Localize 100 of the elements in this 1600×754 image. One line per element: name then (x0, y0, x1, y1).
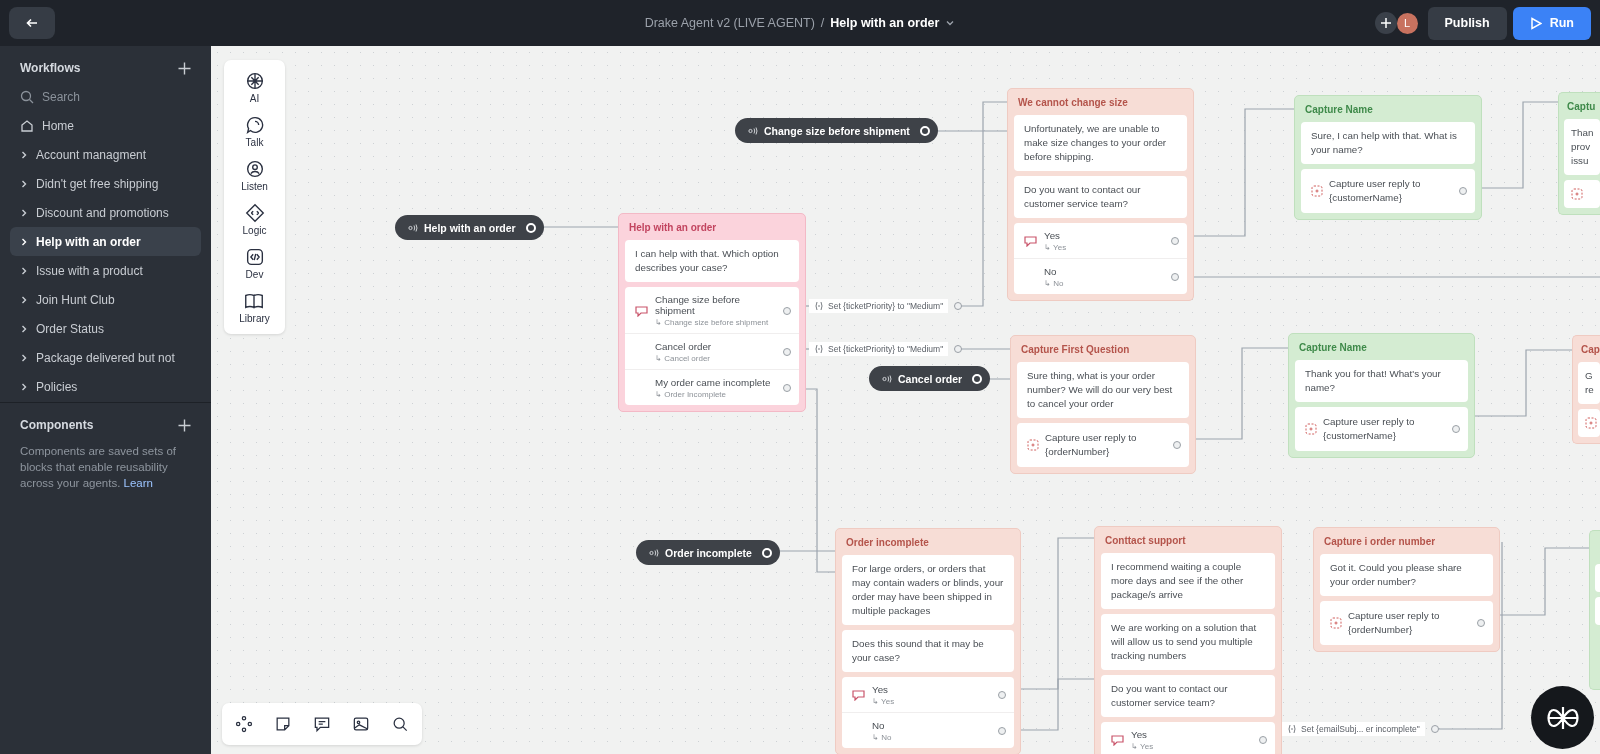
back-button[interactable] (9, 7, 55, 39)
add-collaborator-button[interactable] (1374, 12, 1397, 34)
workflow-name[interactable]: Help with an order (830, 16, 940, 30)
home-link[interactable]: Home (42, 118, 74, 133)
flow-block[interactable]: Capture i order number Got it. Could you please share your order number? Capture user reply to {orderNumber} (1313, 527, 1500, 652)
port-handle[interactable] (1173, 441, 1181, 449)
section-title: Workflows (20, 61, 81, 75)
block-title: Conttact support (1104, 534, 1187, 548)
action-chip[interactable]: Set {ticketPriority} to "Medium" (809, 299, 949, 313)
components-description: Components are saved sets of blocks that enable reusability across your agents. Learn (19, 444, 177, 491)
back-arrow-icon (26, 18, 38, 28)
flow-block[interactable]: We cannot change size Unfortunately, we are unable to make size changes to your order before shipping. Do you want to contact our customer service team? Yes ↳ Yes No ↳ No (1007, 88, 1194, 301)
chevron-down-icon[interactable] (945, 19, 956, 27)
port-handle[interactable] (1171, 237, 1179, 245)
workflow-label: Account managment (36, 147, 147, 162)
workflow-item[interactable]: Join Hunt Club (10, 285, 201, 314)
message-bubble: I can help with that. Which option describes your case? (625, 240, 799, 282)
port-handle[interactable] (1430, 725, 1439, 733)
start-node[interactable]: Order incomplete (636, 540, 780, 565)
play-icon (1529, 16, 1542, 30)
workflow-label: Didn't get free shipping (36, 176, 159, 191)
publish-button[interactable]: Publish (1427, 6, 1507, 40)
add-icon[interactable] (178, 418, 191, 432)
option-label[interactable]: Cancel order (655, 341, 777, 352)
workflow-item[interactable]: Help with an order (10, 227, 201, 256)
option-label[interactable]: No (1044, 266, 1165, 277)
workflow-label: Discount and promotions (36, 205, 169, 220)
port-handle[interactable] (1452, 425, 1460, 433)
message-bubble: Does this sound that it may be your case? (842, 630, 1014, 672)
option-label[interactable]: Yes (872, 684, 992, 695)
learn-link[interactable]: Learn (123, 477, 153, 489)
workflow-item[interactable]: Issue with a product (10, 256, 201, 285)
option-route: ↳ Change size before shipment (655, 318, 770, 327)
port-handle[interactable] (954, 345, 963, 353)
workflow-item[interactable]: Package delivered but not (10, 343, 201, 372)
run-button[interactable]: Run (1512, 6, 1591, 40)
flow-block[interactable]: Capture First Question Sure thing, what is your order number? We will do our very best to cancel your order Capture user reply to {orderNumber} (1010, 335, 1196, 474)
toolbox-item[interactable]: Listen (241, 158, 268, 192)
capture-text: Capture user reply to {customerName} (1329, 177, 1422, 205)
person-circle-icon (246, 161, 263, 177)
plus-icon (1379, 17, 1392, 29)
toolbox-item[interactable]: Library (239, 290, 270, 324)
start-node[interactable]: Help with an order (395, 215, 544, 240)
workflow-item[interactable]: Account managment (10, 140, 201, 169)
image-icon[interactable] (353, 717, 369, 731)
port-handle[interactable] (998, 691, 1006, 699)
block-title: Help with an order (628, 221, 718, 235)
flow-block[interactable]: Capture Name Sure, I can help with that. What is your name? Capture user reply to {customerName} (1294, 95, 1482, 220)
option-label[interactable]: No (872, 720, 992, 731)
action-chip[interactable]: Set {ticketPriority} to "Medium" (809, 342, 949, 356)
nodes-icon[interactable] (235, 715, 253, 733)
message-bubble: For large orders, or orders that may contain waders or blinds, your order may have been shipped in multiple packages (842, 555, 1014, 625)
port-handle[interactable] (1171, 273, 1179, 281)
flow-block[interactable]: Order incomplete For large orders, or orders that may contain waders or blinds, your order may have been shipped in multiple packages Does this sound that it may be your case? Yes ↳ Yes No ↳ No (835, 528, 1021, 754)
option-label[interactable]: My order came incomplete (655, 377, 777, 388)
project-name[interactable]: Drake Agent v2 (LIVE AGENT) (644, 16, 815, 30)
workflow-label: Package delivered but not (36, 350, 175, 365)
start-node[interactable]: Change size before shipment (735, 118, 938, 143)
flow-block[interactable]: Capture Name Thank you for that! What's your name? Capture user reply to {customerName} (1288, 333, 1475, 458)
assistant-button[interactable] (1531, 686, 1594, 749)
port-handle[interactable] (1459, 187, 1467, 195)
option-label[interactable]: Yes (1131, 729, 1253, 740)
port-handle[interactable] (1477, 619, 1485, 627)
workflow-item[interactable]: Discount and promotions (10, 198, 201, 227)
sticky-note-icon[interactable] (276, 717, 290, 731)
breadcrumb-separator: / (820, 16, 825, 30)
flow-block[interactable] (1094, 526, 1282, 754)
workflow-item[interactable]: Policies (10, 372, 201, 401)
port-handle[interactable] (783, 348, 791, 356)
workflow-item[interactable]: Order Status (10, 314, 201, 343)
toolbox-item[interactable]: Logic (242, 202, 267, 236)
option-route: ↳ Yes (1131, 742, 1155, 751)
message-bubble: Sure thing, what is your order number? We will do our very best to cancel your order (1017, 362, 1189, 418)
flow-block[interactable]: Cap G re (1572, 335, 1600, 444)
port-handle[interactable] (783, 306, 791, 315)
block-title: Capture i order number (1323, 535, 1437, 549)
search-icon[interactable] (393, 717, 408, 732)
variable-icon (814, 344, 824, 354)
toolbox-item[interactable]: AI (243, 70, 266, 104)
option-label[interactable]: Yes (1044, 230, 1165, 241)
flow-block[interactable] (618, 213, 806, 412)
port-handle[interactable] (954, 302, 963, 310)
block-title: Captu (1566, 100, 1597, 114)
toolbox-item[interactable]: Dev (243, 246, 266, 280)
start-node-label: Help with an order (424, 221, 516, 234)
workflow-item[interactable]: Didn't get free shipping (10, 169, 201, 198)
action-chip[interactable]: Set {emailSubj... er incomplete" (1282, 722, 1425, 736)
flow-block[interactable]: Captu Than prov issu (1558, 92, 1600, 215)
broadcast-icon (747, 126, 758, 135)
port-handle[interactable] (998, 727, 1006, 735)
broadcast-icon (648, 548, 659, 557)
port-handle[interactable] (783, 384, 791, 392)
toolbox-item[interactable]: Talk (243, 114, 266, 148)
add-icon[interactable] (178, 61, 191, 75)
option-label[interactable]: Change size before shipment (655, 294, 777, 316)
search-field[interactable]: Search (42, 89, 172, 104)
variable-icon (1287, 724, 1297, 734)
port-handle[interactable] (1259, 736, 1267, 744)
comment-icon[interactable] (314, 717, 330, 733)
start-node[interactable]: Cancel order (869, 366, 991, 391)
